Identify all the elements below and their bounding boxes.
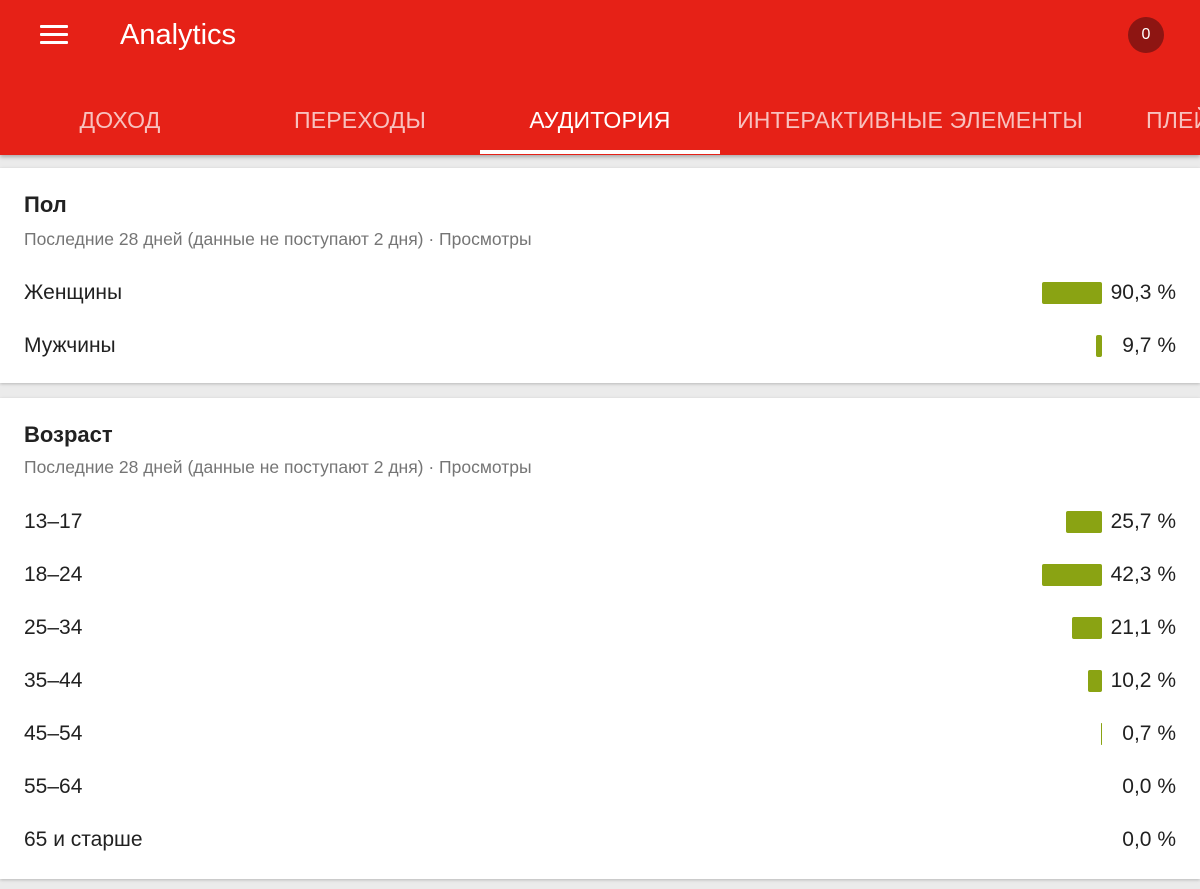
tab-interactive-elements[interactable]: ИНТЕРАКТИВНЫЕ ЭЛЕМЕНТЫ (720, 86, 1100, 154)
age-row-bar (1072, 617, 1102, 639)
tab-revenue[interactable]: ДОХОД (0, 86, 240, 154)
gender-row-value: 9,7 % (1122, 334, 1176, 357)
tab-audience[interactable]: АУДИТОРИЯ (480, 86, 720, 154)
gender-row-male: Мужчины 9,7 % (0, 319, 1200, 372)
age-row-label: 25–34 (24, 616, 83, 639)
age-row-55-64: 55–64 0,0 % (0, 760, 1200, 813)
menu-icon[interactable] (36, 20, 72, 48)
age-row-13-17: 13–17 25,7 % (0, 495, 1200, 548)
age-row-value: 21,1 % (1110, 616, 1176, 639)
gender-row-label: Мужчины (24, 334, 116, 357)
age-row-45-54: 45–54 0,7 % (0, 707, 1200, 760)
age-row-label: 45–54 (24, 722, 83, 745)
gender-card: Пол Последние 28 дней (данные не поступа… (0, 168, 1200, 383)
age-row-label: 13–17 (24, 510, 83, 533)
age-row-bar (1066, 511, 1102, 533)
age-row-bar (1088, 670, 1102, 692)
tab-playlists[interactable]: ПЛЕЙ (1146, 86, 1200, 154)
tab-bar: ДОХОД ПЕРЕХОДЫ АУДИТОРИЯ ИНТЕРАКТИВНЫЕ Э… (0, 86, 1200, 154)
age-row-value: 0,0 % (1122, 828, 1176, 851)
gender-row-bar (1042, 282, 1102, 304)
gender-card-subtitle: Последние 28 дней (данные не поступают 2… (24, 229, 532, 249)
age-row-label: 35–44 (24, 669, 83, 692)
gender-row-label: Женщины (24, 281, 123, 304)
app-title: Analytics (120, 19, 237, 51)
gender-row-female: Женщины 90,3 % (0, 266, 1200, 319)
age-row-value: 0,0 % (1122, 775, 1176, 798)
age-card-subtitle: Последние 28 дней (данные не поступают 2… (24, 457, 532, 477)
age-row-value: 10,2 % (1110, 669, 1176, 692)
age-row-value: 25,7 % (1110, 510, 1176, 533)
age-row-value: 0,7 % (1122, 722, 1176, 745)
age-row-value: 42,3 % (1110, 563, 1176, 586)
age-card: Возраст Последние 28 дней (данные не пос… (0, 398, 1200, 879)
age-row-65-plus: 65 и старше 0,0 % (0, 813, 1200, 866)
age-row-label: 55–64 (24, 775, 83, 798)
active-tab-indicator (480, 150, 720, 154)
age-row-25-34: 25–34 21,1 % (0, 601, 1200, 654)
gender-row-bar (1096, 335, 1102, 357)
age-card-title: Возраст (24, 422, 113, 447)
age-row-bar (1101, 723, 1102, 745)
tab-traffic-sources[interactable]: ПЕРЕХОДЫ (240, 86, 480, 154)
gender-card-title: Пол (24, 192, 67, 217)
gender-row-value: 90,3 % (1110, 281, 1176, 304)
age-row-35-44: 35–44 10,2 % (0, 654, 1200, 707)
age-row-bar (1042, 564, 1102, 586)
app-bar: Analytics 0 ДОХОД ПЕРЕХОДЫ АУДИТОРИЯ ИНТ… (0, 0, 1200, 155)
notification-badge[interactable]: 0 (1128, 17, 1164, 53)
age-row-label: 18–24 (24, 563, 83, 586)
age-row-label: 65 и старше (24, 828, 143, 851)
age-row-18-24: 18–24 42,3 % (0, 548, 1200, 601)
